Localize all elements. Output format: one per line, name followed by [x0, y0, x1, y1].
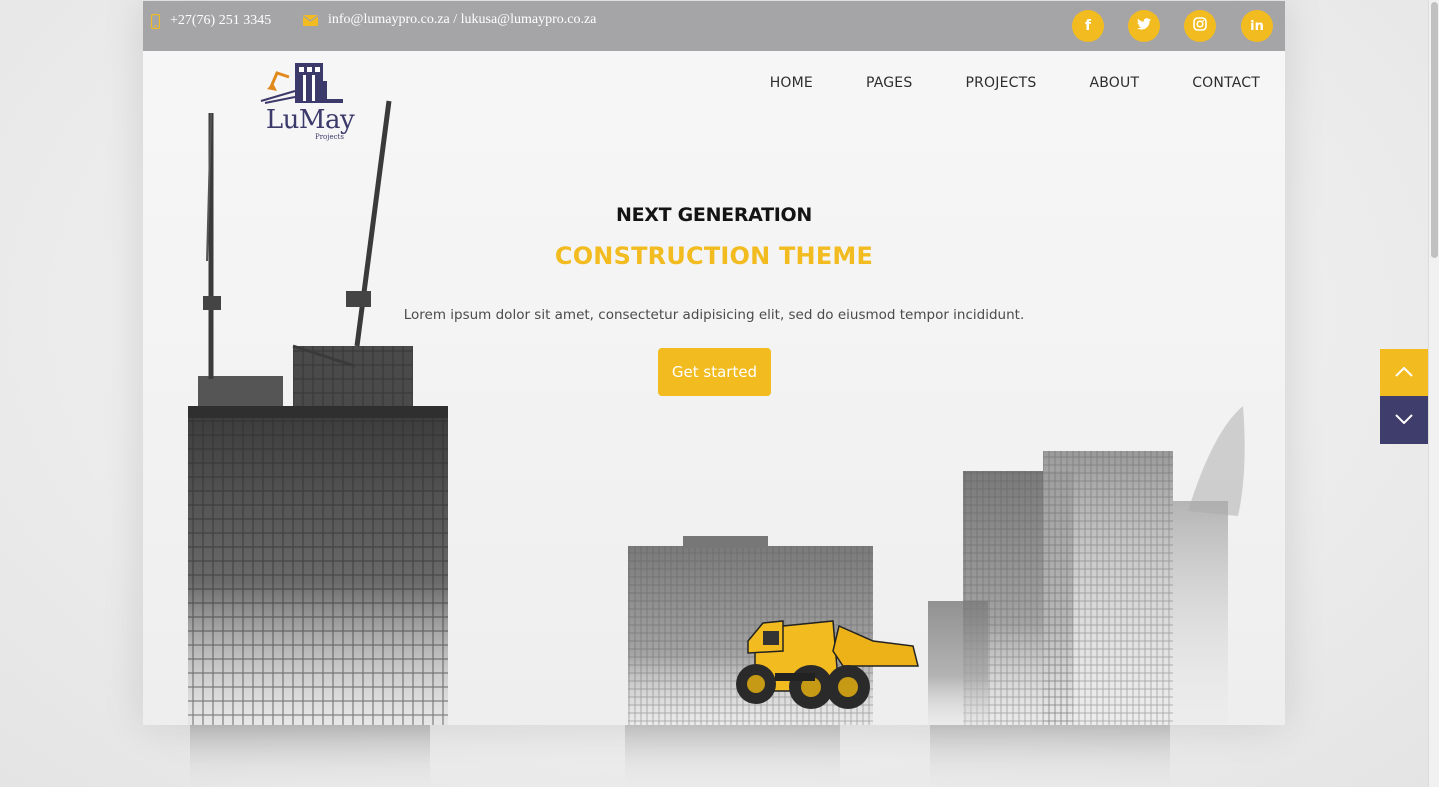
chevron-up-icon [1395, 364, 1413, 382]
twitter-link[interactable] [1128, 10, 1160, 42]
right-buildings [928, 406, 1245, 725]
nav-item-pages[interactable]: PAGES [866, 75, 912, 91]
phone-contact[interactable]: +27(76) 251 3345 [151, 13, 271, 29]
mobile-phone-icon [151, 13, 160, 29]
logo-wordmark: LuMay [265, 105, 355, 135]
linkedin-icon: in [1250, 18, 1264, 34]
get-started-button[interactable]: Get started [658, 348, 771, 396]
logo-mark [260, 63, 343, 104]
brand-logo[interactable]: LuMay Projects [255, 61, 365, 143]
scroll-down-button[interactable] [1380, 396, 1428, 444]
nav-item-projects[interactable]: PROJECTS [965, 75, 1036, 91]
page-container: +27(76) 251 3345 info@lumaypro.co.za / l… [143, 1, 1285, 725]
top-bar: +27(76) 251 3345 info@lumaypro.co.za / l… [143, 1, 1285, 51]
nav-item-about[interactable]: ABOUT [1089, 75, 1139, 91]
construction-tower [188, 100, 448, 725]
email-contact[interactable]: info@lumaypro.co.za / lukusa@lumaypro.co… [303, 12, 596, 28]
chevron-down-icon [1395, 411, 1413, 429]
hero-title: NEXT GENERATION [615, 204, 812, 226]
linkedin-link[interactable]: in [1241, 10, 1273, 42]
nav-item-contact[interactable]: CONTACT [1192, 75, 1260, 91]
hero-description: Lorem ipsum dolor sit amet, consectetur … [403, 307, 1025, 323]
nav-item-home[interactable]: HOME [770, 75, 813, 91]
twitter-icon [1137, 18, 1151, 34]
facebook-icon: f [1084, 18, 1092, 34]
dump-truck [736, 620, 919, 709]
facebook-link[interactable]: f [1072, 10, 1104, 42]
hero-subtitle: CONSTRUCTION THEME [554, 242, 874, 270]
envelope-icon [303, 14, 318, 26]
logo-tagline: Projects [315, 133, 344, 141]
instagram-link[interactable] [1184, 10, 1216, 42]
email-address: info@lumaypro.co.za / lukusa@lumaypro.co… [328, 12, 597, 27]
scroll-up-button[interactable] [1380, 349, 1428, 397]
main-nav: HOME PAGES PROJECTS ABOUT CONTACT [717, 75, 1260, 91]
instagram-icon [1193, 17, 1207, 35]
scrollbar-thumb[interactable] [1431, 2, 1438, 258]
page-scrollbar[interactable] [1428, 0, 1439, 787]
phone-number: +27(76) 251 3345 [170, 13, 272, 28]
